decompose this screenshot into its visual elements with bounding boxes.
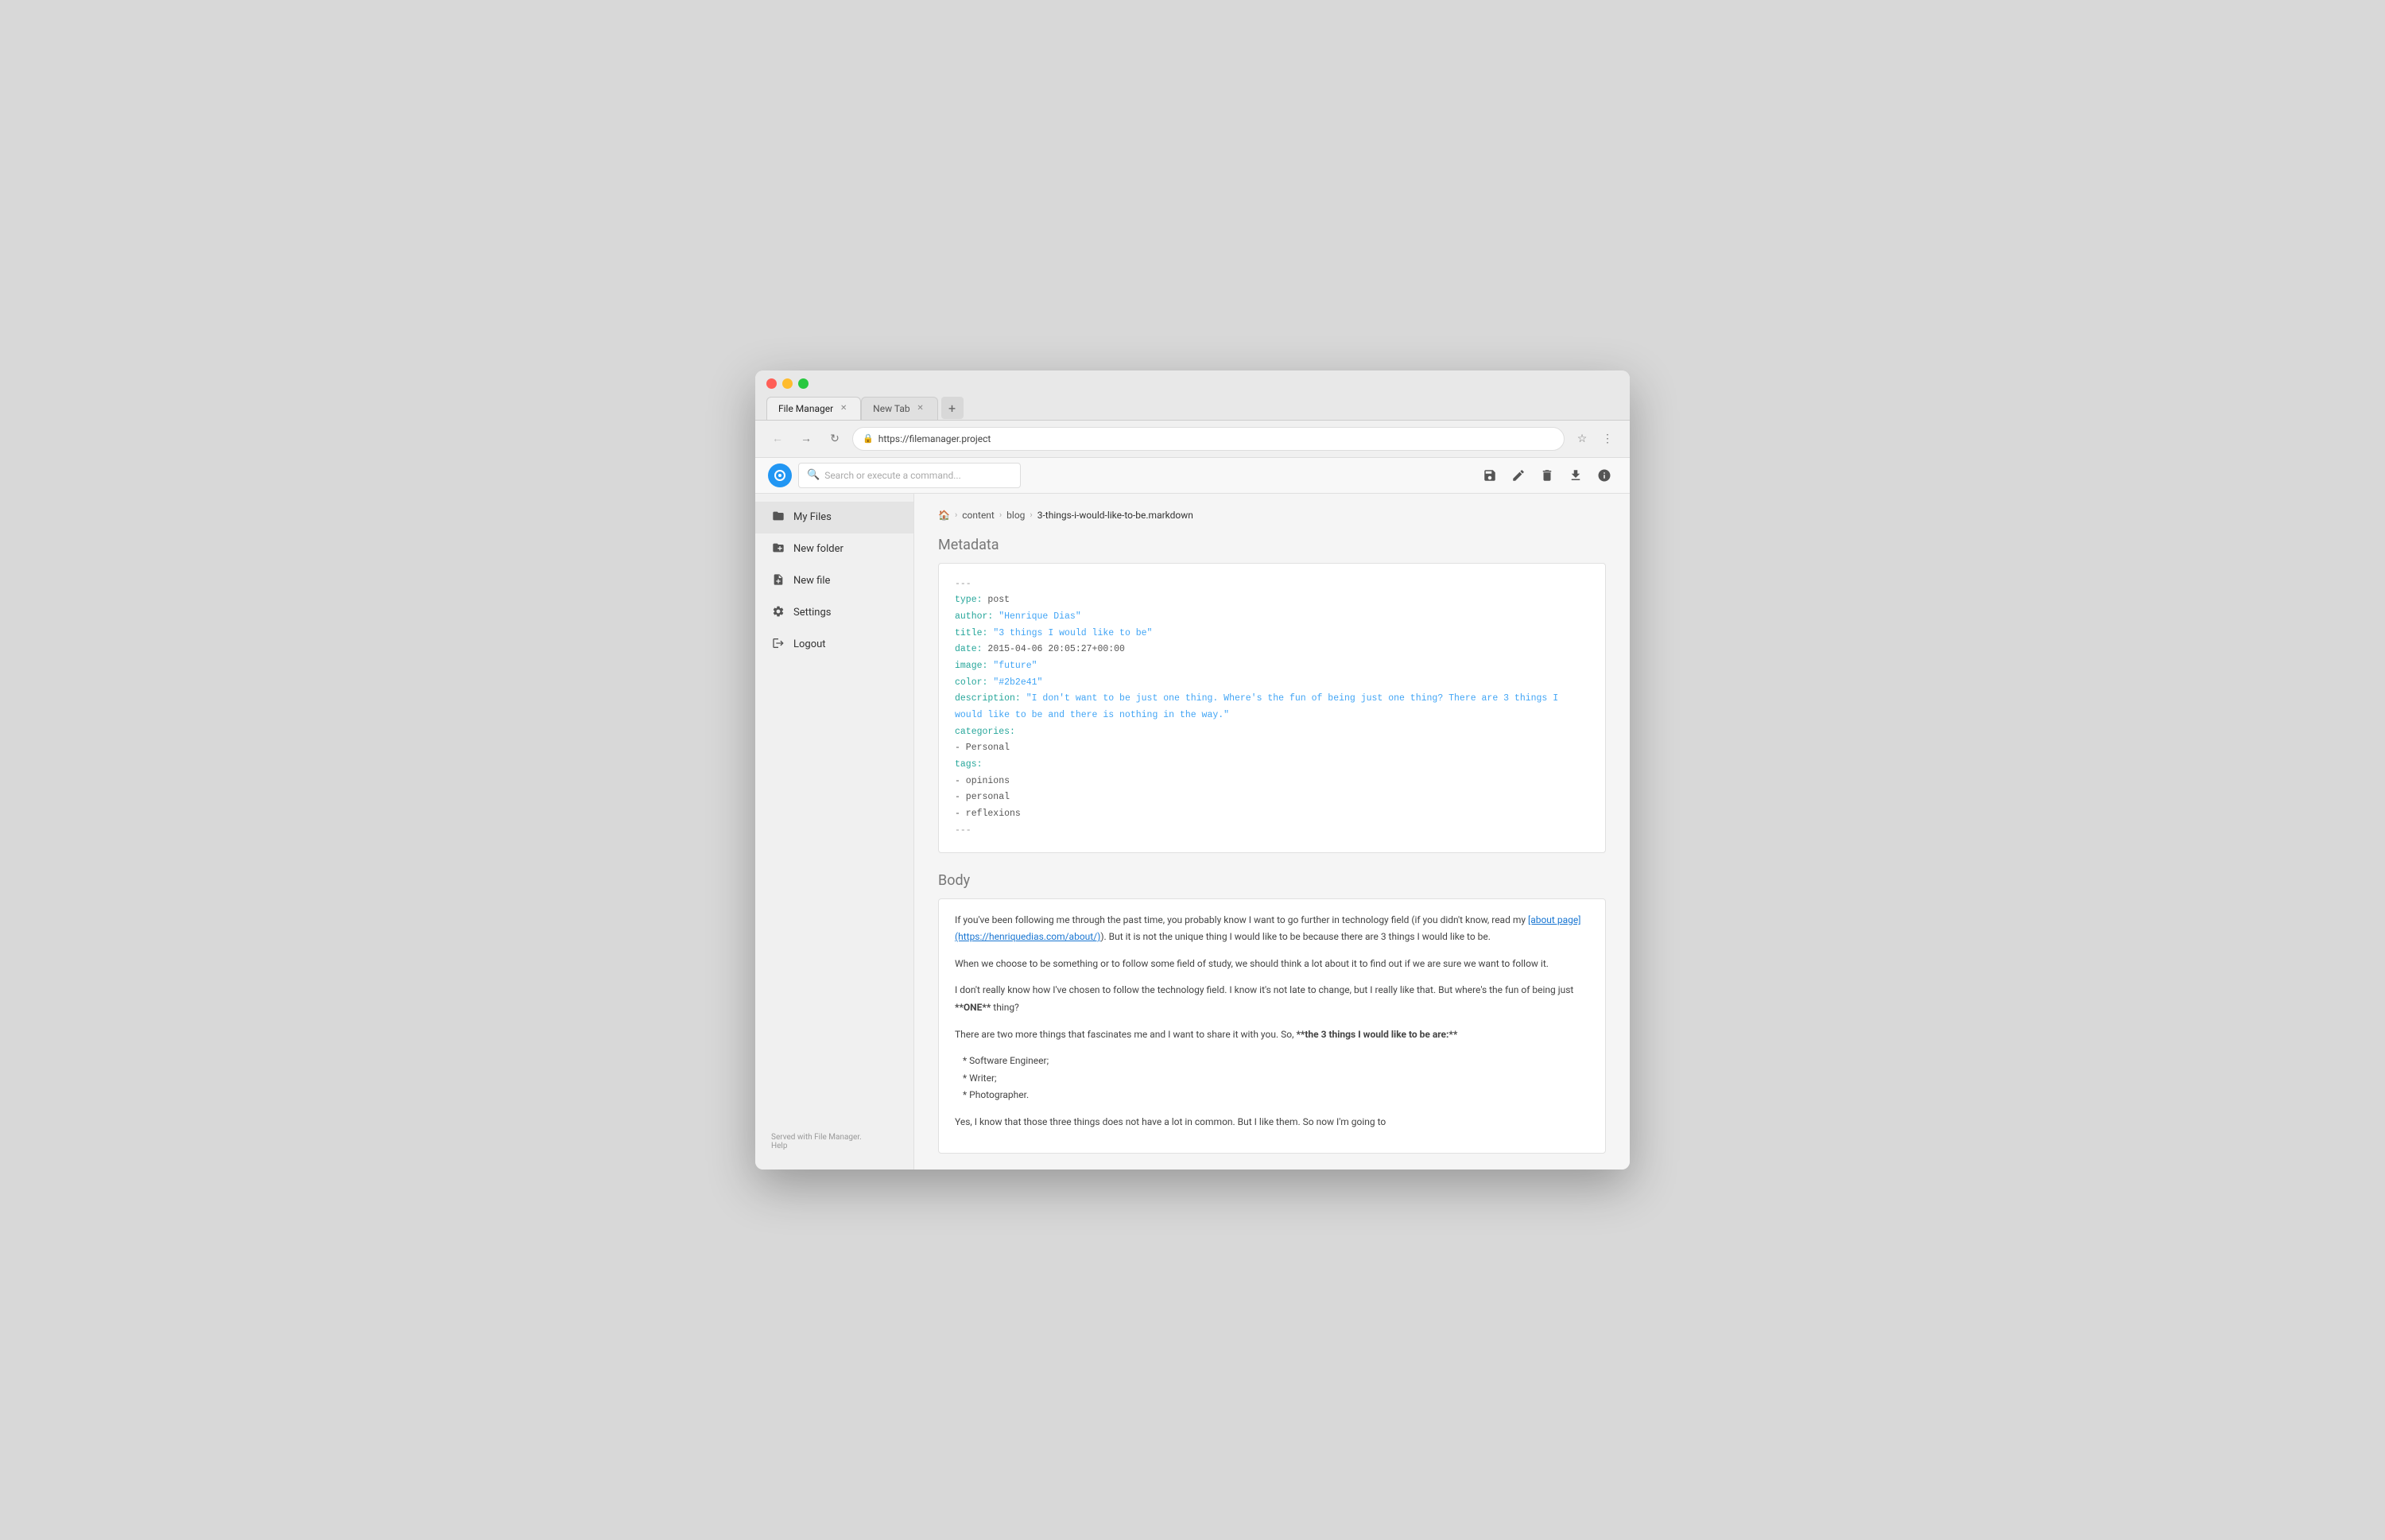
tabs-bar: File Manager ✕ New Tab ✕ + xyxy=(755,397,1630,420)
main-inner: 🏠 › content › blog › 3-things-i-would-li… xyxy=(914,494,1630,1170)
sidebar-item-new-file[interactable]: New file xyxy=(755,565,913,597)
body-para-4: There are two more things that fascinate… xyxy=(955,1026,1589,1044)
url-text: https://filemanager.project xyxy=(878,433,1554,444)
forward-button[interactable]: → xyxy=(795,428,817,450)
code-categories-key: categories: xyxy=(955,724,1589,741)
save-button[interactable] xyxy=(1477,463,1503,488)
search-icon: 🔍 xyxy=(807,469,820,481)
search-placeholder: Search or execute a command... xyxy=(824,470,961,481)
code-tags-val3: - reflexions xyxy=(955,806,1589,823)
title-bar: File Manager ✕ New Tab ✕ + xyxy=(755,370,1630,421)
body-para-2: When we choose to be something or to fol… xyxy=(955,956,1589,973)
delete-button[interactable] xyxy=(1534,463,1560,488)
breadcrumb-blog[interactable]: blog xyxy=(1006,510,1025,521)
sidebar-item-label: New folder xyxy=(793,543,843,555)
refresh-button[interactable]: ↻ xyxy=(824,428,846,450)
app-main: My Files New folder xyxy=(755,494,1630,1170)
download-button[interactable] xyxy=(1563,463,1588,488)
sidebar-item-logout[interactable]: Logout xyxy=(755,629,913,661)
code-date: date: 2015-04-06 20:05:27+00:00 xyxy=(955,642,1589,658)
breadcrumb-sep: › xyxy=(1030,510,1032,520)
lock-icon: 🔒 xyxy=(863,433,874,444)
code-image: image: "future" xyxy=(955,658,1589,675)
address-bar[interactable]: 🔒 https://filemanager.project xyxy=(852,427,1565,451)
tab-file-manager[interactable]: File Manager ✕ xyxy=(766,397,861,420)
sidebar-item-settings[interactable]: Settings xyxy=(755,597,913,629)
body-list: Software Engineer; Writer; Photographer. xyxy=(955,1053,1589,1104)
search-bar[interactable]: 🔍 Search or execute a command... xyxy=(798,463,1021,488)
sidebar-item-label: New file xyxy=(793,575,830,587)
body-text-box: If you've been following me through the … xyxy=(938,898,1606,1154)
code-author: author: "Henrique Dias" xyxy=(955,609,1589,626)
toolbar-actions xyxy=(1477,463,1617,488)
code-tags-val1: - opinions xyxy=(955,774,1589,790)
main-content: 🏠 › content › blog › 3-things-i-would-li… xyxy=(914,494,1630,1170)
code-tags-val2: - personal xyxy=(955,789,1589,806)
sidebar-item-new-folder[interactable]: New folder xyxy=(755,533,913,565)
logout-icon xyxy=(771,637,785,653)
traffic-lights xyxy=(755,378,1630,397)
list-item-3: Photographer. xyxy=(963,1087,1589,1104)
code-sep-2: --- xyxy=(955,823,1589,840)
app-toolbar: 🔍 Search or execute a command... xyxy=(755,458,1630,494)
bookmark-button[interactable]: ☆ xyxy=(1571,428,1593,450)
new-folder-icon xyxy=(771,541,785,557)
sidebar-item-label: Logout xyxy=(793,638,826,650)
back-button[interactable]: ← xyxy=(766,428,789,450)
maximize-button[interactable] xyxy=(798,378,809,389)
browser-window: File Manager ✕ New Tab ✕ + ← → ↻ 🔒 https… xyxy=(755,370,1630,1170)
code-description: description: "I don't want to be just on… xyxy=(955,691,1589,723)
help-link[interactable]: Help xyxy=(771,1142,787,1150)
close-button[interactable] xyxy=(766,378,777,389)
tab-close-button[interactable]: ✕ xyxy=(838,403,849,414)
settings-icon xyxy=(771,605,785,621)
breadcrumb-file: 3-things-i-would-like-to-be.markdown xyxy=(1037,510,1193,521)
code-color: color: "#2b2e41" xyxy=(955,675,1589,692)
breadcrumb-sep: › xyxy=(955,510,957,520)
tab-close-button[interactable]: ✕ xyxy=(915,403,926,414)
code-sep-1: --- xyxy=(955,576,1589,593)
body-para-final: Yes, I know that those three things does… xyxy=(955,1114,1589,1131)
footer-text: Served with File Manager. xyxy=(771,1133,862,1142)
nav-actions: ☆ ⋮ xyxy=(1571,428,1619,450)
breadcrumb-sep: › xyxy=(999,510,1002,520)
tab-new-tab[interactable]: New Tab ✕ xyxy=(861,397,937,420)
code-title: title: "3 things I would like to be" xyxy=(955,626,1589,642)
body-section-title: Body xyxy=(938,872,1606,889)
metadata-code-box: --- type: post author: "Henrique Dias" t… xyxy=(938,563,1606,853)
tab-label: File Manager xyxy=(778,403,833,414)
code-categories-val1: - Personal xyxy=(955,740,1589,757)
sidebar-item-label: Settings xyxy=(793,607,831,619)
metadata-section-title: Metadata xyxy=(938,537,1606,553)
app-container: 🔍 Search or execute a command... xyxy=(755,458,1630,1170)
info-button[interactable] xyxy=(1592,463,1617,488)
list-item-2: Writer; xyxy=(963,1070,1589,1088)
body-para-3: I don't really know how I've chosen to f… xyxy=(955,982,1589,1016)
app-logo xyxy=(768,464,792,487)
nav-bar: ← → ↻ 🔒 https://filemanager.project ☆ ⋮ xyxy=(755,421,1630,458)
breadcrumb-home[interactable]: 🏠 xyxy=(938,510,950,521)
code-type: type: post xyxy=(955,592,1589,609)
sidebar-item-my-files[interactable]: My Files xyxy=(755,502,913,533)
sidebar: My Files New folder xyxy=(755,494,914,1170)
new-file-icon xyxy=(771,573,785,589)
edit-button[interactable] xyxy=(1506,463,1531,488)
breadcrumb-content[interactable]: content xyxy=(962,510,995,521)
body-para-1: If you've been following me through the … xyxy=(955,912,1589,946)
folder-icon xyxy=(771,510,785,526)
sidebar-footer: Served with File Manager. Help xyxy=(755,1122,913,1162)
new-tab-button[interactable]: + xyxy=(941,397,964,419)
about-page-link[interactable]: [about page](https://henriquedias.com/ab… xyxy=(955,914,1580,943)
sidebar-item-label: My Files xyxy=(793,511,832,523)
code-tags-key: tags: xyxy=(955,757,1589,774)
minimize-button[interactable] xyxy=(782,378,793,389)
breadcrumb: 🏠 › content › blog › 3-things-i-would-li… xyxy=(938,510,1606,521)
tab-label: New Tab xyxy=(873,403,909,414)
list-item-1: Software Engineer; xyxy=(963,1053,1589,1070)
more-menu-button[interactable]: ⋮ xyxy=(1596,428,1619,450)
